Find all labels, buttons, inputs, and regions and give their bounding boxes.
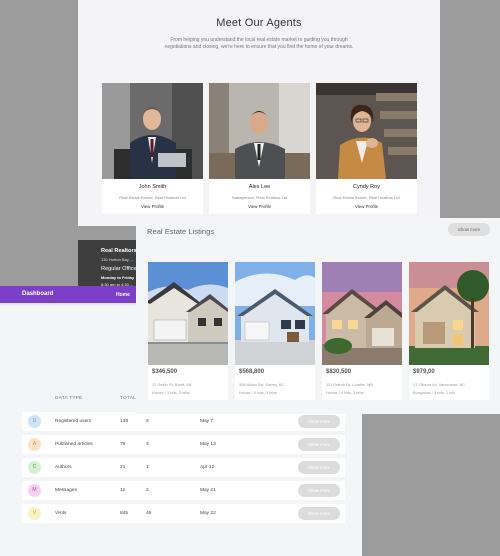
agent-role: Salesperson, Real Realtors Ltd [231,195,288,200]
row-total: 138 [120,419,129,424]
view-profile-link[interactable]: View Profile [209,204,310,209]
show-more-button[interactable]: Show more [448,223,490,236]
row-count: 1 [146,465,149,470]
table-row: M Messages 12 2 May 21 Show more [22,481,345,500]
row-type: Visits [55,511,67,516]
listing-photo [235,262,315,365]
row-type: Authors [55,465,72,470]
agent-name: Cyndy Roy [353,184,380,190]
table-row: C Authors 21 1 Apr 12 Show more [22,458,345,477]
row-badge: A [28,438,41,451]
office-hours-heading: Regular Office [101,266,137,272]
row-total: 845 [120,511,129,516]
navbar-shadow [0,303,136,306]
agents-panel: Meet Our Agents From helping you underst… [78,0,440,226]
office-address: 130 Horton Bay, ... [101,257,135,262]
agents-intro: From helping you understand the local re… [164,37,354,51]
agent-photo [102,83,203,179]
row-date: May 7 [200,419,214,424]
listing-card[interactable]: $830,500 111 Erebrk Dr, Lorette, MB Hous… [322,262,402,400]
listing-details: House / 3 bds, 2 bths [152,390,190,395]
row-count: 9 [146,419,149,424]
row-type: Messages [55,488,77,493]
row-count: 2 [146,488,149,493]
row-date: May 22 [200,511,216,516]
show-more-button[interactable]: Show more [298,507,340,520]
row-count: 46 [146,511,152,516]
show-more-button[interactable]: Show more [298,461,340,474]
listing-card[interactable]: $568,800 355 Aldan Rd, Surrey, BC House … [235,262,315,400]
listing-address: 355 Aldan Rd, Surrey, BC [239,382,285,387]
row-total: 12 [120,488,126,493]
show-more-button[interactable]: Show more [298,415,340,428]
nav-home-link[interactable]: Home [116,292,130,298]
office-name: Real Realtors [101,248,137,254]
table-row: V Visits 845 46 May 22 Show more [22,504,345,523]
listing-price: $568,800 [239,369,265,375]
agent-photo [209,83,310,179]
agent-name: John Smith [138,184,167,190]
listing-card[interactable]: $979,00 17 Gibson Av, Vancouver, BC Bung… [409,262,489,400]
listing-card[interactable]: $346,500 12 Smith St, Banff, AB House / … [148,262,228,400]
listing-photo [148,262,228,365]
listing-details: House / 4 bds, 3 bths [326,390,364,395]
row-date: Apr 12 [200,465,215,470]
row-badge: M [28,484,41,497]
row-date: May 13 [200,442,216,447]
listing-address: 17 Gibson Av, Vancouver, BC [413,382,466,387]
view-profile-link[interactable]: View Profile [316,204,417,209]
show-more-button[interactable]: Show more [298,484,340,497]
view-profile-link[interactable]: View Profile [102,204,203,209]
row-count: 3 [146,442,149,447]
show-more-button[interactable]: Show more [298,438,340,451]
agents-title: Meet Our Agents [216,17,302,29]
row-badge: U [28,415,41,428]
listing-details: Bungalow / 3 bds, 1 bth [413,390,455,395]
listing-photo [322,262,402,365]
row-type: Registered users [55,419,92,424]
agent-name: Alex Lee [248,184,271,190]
listing-photo [409,262,489,365]
column-header-total: TOTAL [120,396,137,401]
row-total: 21 [120,465,126,470]
column-header-data-type: DATA TYPE [55,396,83,401]
row-badge: V [28,507,41,520]
listings-panel: Real Estate Listings Show more $346,500 … [136,218,500,414]
office-hours-days: Monday to Friday [101,275,135,280]
row-date: May 21 [200,488,216,493]
listing-price: $979,00 [413,369,435,375]
agent-card: Alex Lee Salesperson, Real Realtors Ltd … [209,83,310,214]
dashboard-brand[interactable]: Dashboard [22,291,53,297]
table-row: U Registered users 138 9 May 7 Show more [22,412,345,431]
agent-role: Real Estate Broker, Real Realtors Ltd [119,195,186,200]
listing-address: 12 Smith St, Banff, AB [152,382,192,387]
listings-title: Real Estate Listings [147,227,215,236]
table-row: A Published articles 79 3 May 13 Show mo… [22,435,345,454]
listing-details: House / 4 bds, 3 bths [239,390,277,395]
row-total: 79 [120,442,126,447]
agent-card: Cyndy Roy Real Estate Broker, Real Realt… [316,83,417,214]
agent-role: Real Estate Broker, Real Realtors Ltd [333,195,400,200]
row-type: Published articles [55,442,93,447]
agent-card: John Smith Real Estate Broker, Real Real… [102,83,203,214]
listing-price: $346,500 [152,369,178,375]
agent-photo [316,83,417,179]
row-badge: C [28,461,41,474]
listing-address: 111 Erebrk Dr, Lorette, MB [326,382,373,387]
listing-price: $830,500 [326,369,352,375]
